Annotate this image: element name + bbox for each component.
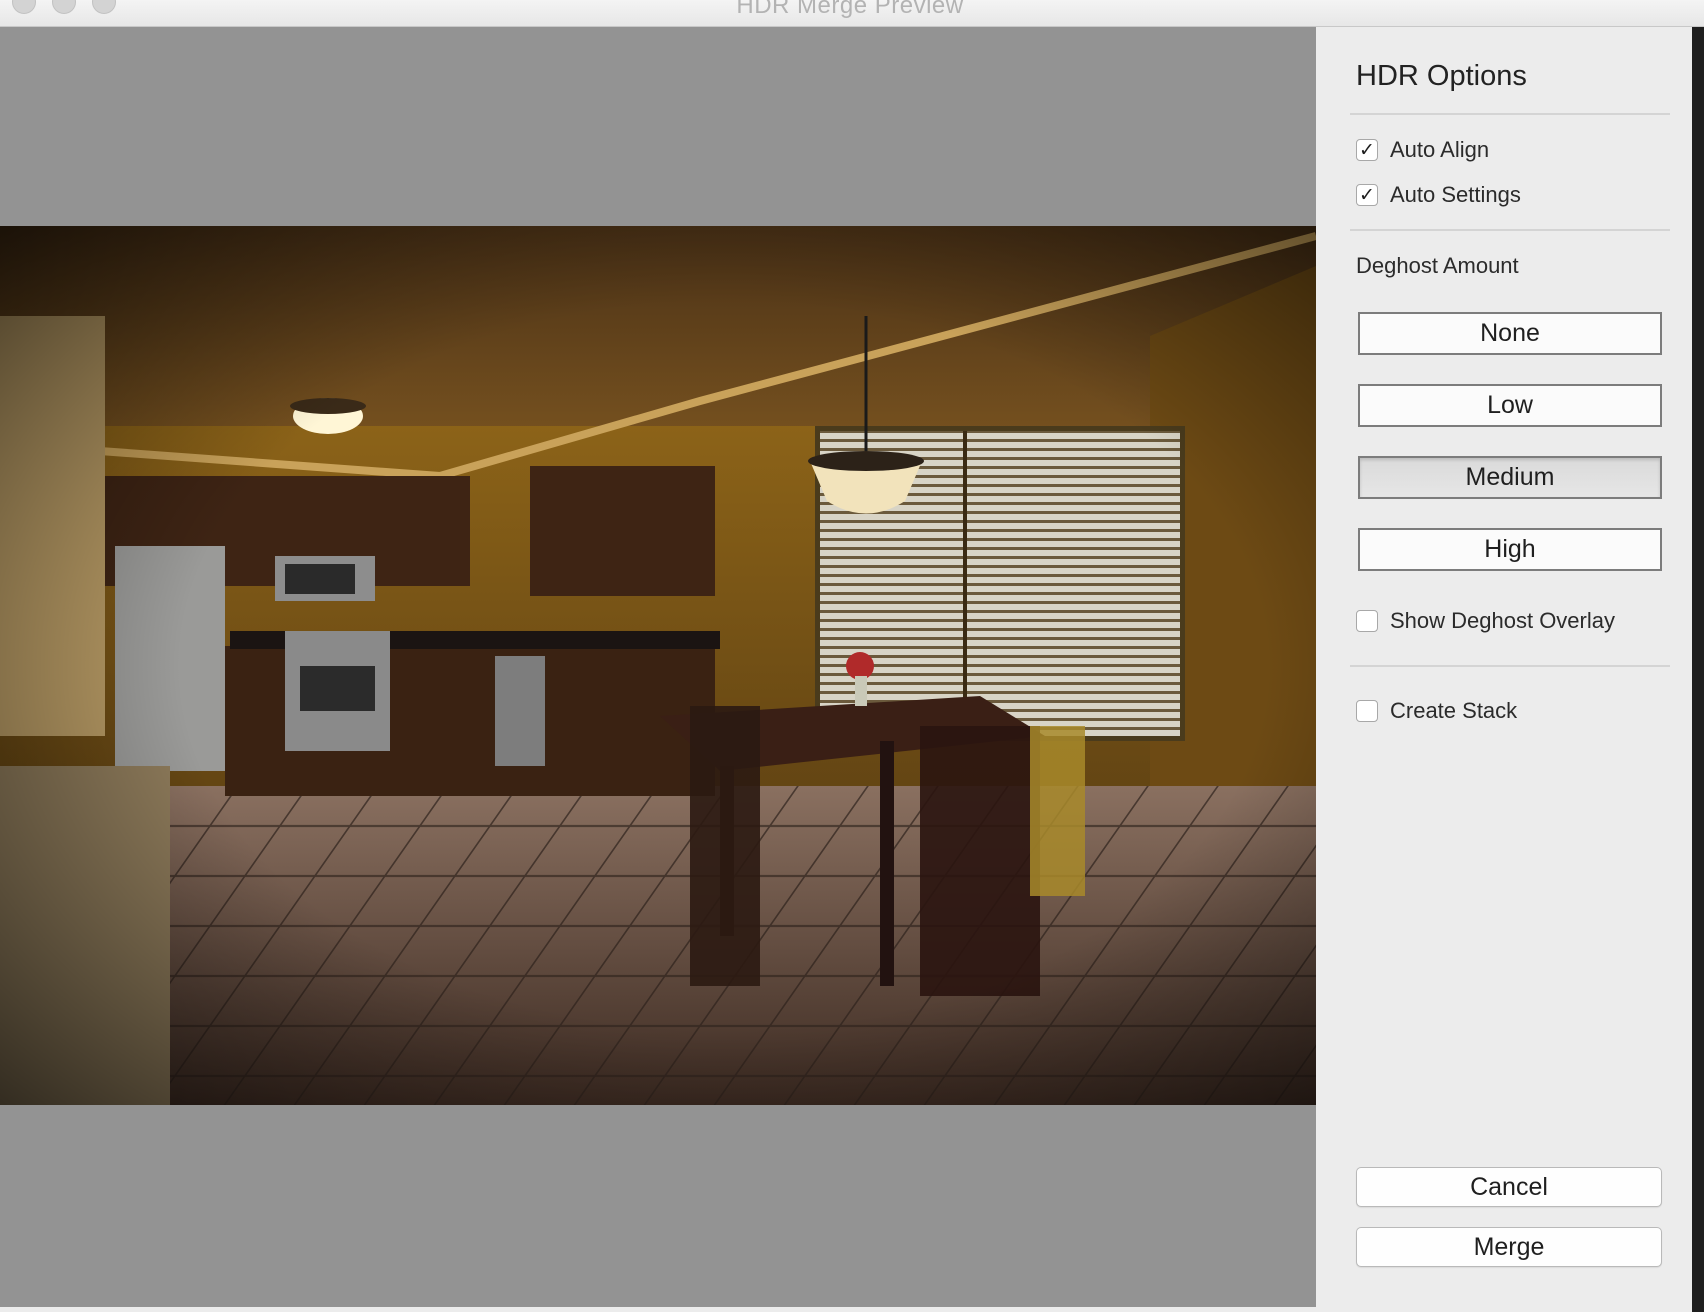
preview-area xyxy=(0,27,1316,1307)
hdr-options-panel: HDR Options ✓ Auto Align ✓ Auto Settings… xyxy=(1316,27,1692,1307)
divider xyxy=(1350,229,1670,231)
title-bar: HDR Merge Preview xyxy=(0,0,1704,27)
auto-settings-checkbox[interactable]: ✓ Auto Settings xyxy=(1356,180,1521,210)
divider xyxy=(1350,113,1670,115)
create-stack-label: Create Stack xyxy=(1390,698,1518,723)
hdr-preview-image xyxy=(0,226,1316,1105)
show-deghost-overlay-label: Show Deghost Overlay xyxy=(1390,608,1615,633)
deghost-low-button[interactable]: Low xyxy=(1358,384,1662,427)
panel-title: HDR Options xyxy=(1356,60,1527,92)
show-deghost-overlay-box[interactable] xyxy=(1356,610,1378,632)
create-stack-box[interactable] xyxy=(1356,700,1378,722)
hdr-merge-window: HDR Merge Preview HDR Options ✓ Auto Ali… xyxy=(0,0,1704,1312)
deghost-none-button[interactable]: None xyxy=(1358,312,1662,355)
window-title: HDR Merge Preview xyxy=(736,0,964,19)
merge-button[interactable]: Merge xyxy=(1356,1227,1662,1267)
auto-align-check-icon[interactable]: ✓ xyxy=(1356,139,1378,161)
divider xyxy=(1350,665,1670,667)
window-edge xyxy=(1692,27,1704,1312)
auto-settings-check-icon[interactable]: ✓ xyxy=(1356,184,1378,206)
create-stack-checkbox[interactable]: Create Stack xyxy=(1356,696,1517,726)
auto-align-label: Auto Align xyxy=(1390,137,1490,162)
cancel-button[interactable]: Cancel xyxy=(1356,1167,1662,1207)
deghost-high-button[interactable]: High xyxy=(1358,528,1662,571)
show-deghost-overlay-checkbox[interactable]: Show Deghost Overlay xyxy=(1356,606,1615,636)
auto-settings-label: Auto Settings xyxy=(1390,182,1521,207)
auto-align-checkbox[interactable]: ✓ Auto Align xyxy=(1356,135,1489,165)
deghost-medium-button[interactable]: Medium xyxy=(1358,456,1662,499)
deghost-amount-label: Deghost Amount xyxy=(1356,253,1519,278)
